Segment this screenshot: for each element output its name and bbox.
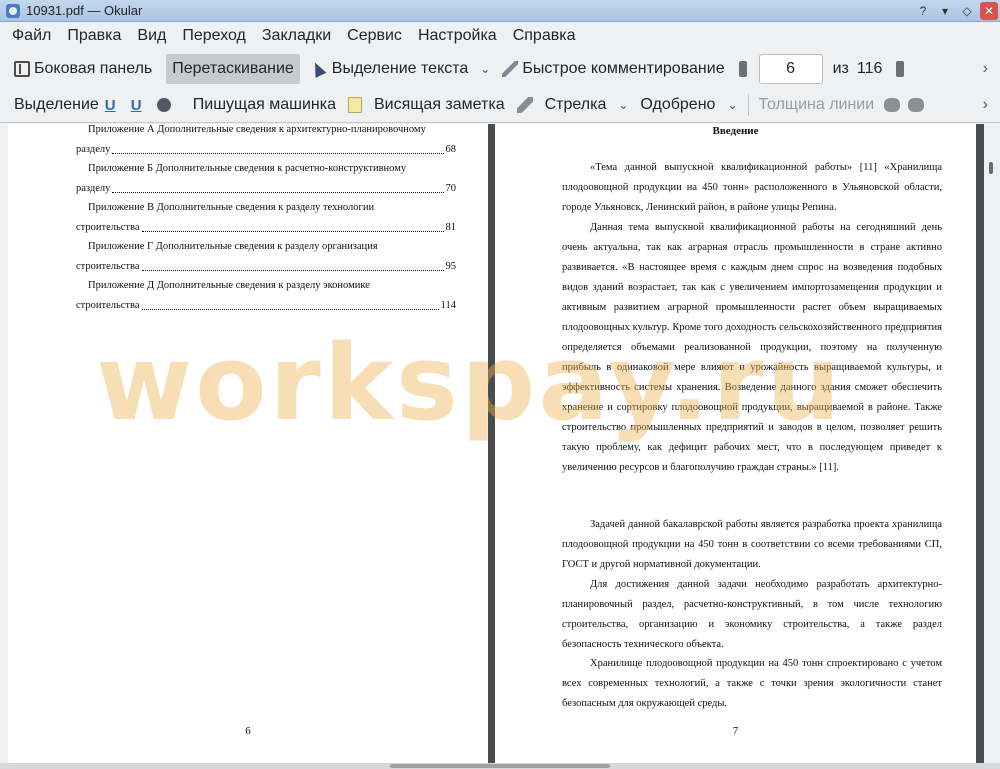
horizontal-scrollbar[interactable] <box>0 763 1000 769</box>
close-window-button[interactable]: ✕ <box>980 1 998 20</box>
squiggle-icon[interactable]: U <box>131 97 145 114</box>
typewriter-tool-label: Пишущая машинка <box>192 95 336 113</box>
toc-entry-page: 68 <box>445 144 457 155</box>
menu-bookmarks[interactable]: Закладки <box>254 27 339 45</box>
paragraph: Задачей данной бакалаврской работы являе… <box>562 519 942 570</box>
horizontal-scrollbar-thumb[interactable] <box>390 764 610 768</box>
window-title: 10931.pdf — Okular <box>26 3 143 18</box>
line-width-button[interactable]: Толщина линии <box>753 90 881 120</box>
paragraph: Для достижения данной задачи необходимо … <box>562 579 942 650</box>
main-toolbar: Боковая панель Перетаскивание Выделение … <box>0 51 1000 87</box>
toc-entry-page: 114 <box>440 300 456 311</box>
sticky-note-tool-label: Висящая заметка <box>373 95 505 113</box>
underline-icon[interactable]: U <box>105 97 119 114</box>
toc-entry-title: Приложение Б Дополнительные сведения к р… <box>88 163 407 174</box>
menu-go[interactable]: Переход <box>174 27 254 45</box>
menu-file[interactable]: Файл <box>4 27 59 45</box>
stamp-tool-label: Одобрено <box>640 95 716 113</box>
toc-entry-page: 95 <box>445 261 457 272</box>
toc-leader-dots <box>141 218 444 232</box>
toc-entry-continuation: строительства <box>76 300 140 311</box>
toc-entry[interactable]: Приложение Г Дополнительные сведения к р… <box>76 237 456 277</box>
okular-app-icon <box>6 3 20 18</box>
document-viewport[interactable]: Приложение А Дополнительные сведения к а… <box>8 124 984 763</box>
menu-view[interactable]: Вид <box>129 27 174 45</box>
toc-entry-title: Приложение Д Дополнительные сведения к р… <box>88 280 370 291</box>
toc-entry-title: Приложение Г Дополнительные сведения к р… <box>88 241 378 252</box>
document-page-6: Приложение А Дополнительные сведения к а… <box>8 124 488 763</box>
quick-annotation-button[interactable]: Быстрое комментирование <box>496 54 730 84</box>
page-number: 7 <box>732 725 739 737</box>
paragraph: «Тема данной выпускной квалификационной … <box>562 162 942 213</box>
menu-bar: Файл Правка Вид Переход Закладки Сервис … <box>0 22 1000 50</box>
menu-settings[interactable]: Настройка <box>410 27 505 45</box>
color-icon[interactable] <box>884 97 901 112</box>
toc-leader-dots <box>141 257 444 271</box>
arrow-chevron-down-icon[interactable]: ⌄ <box>618 98 628 112</box>
toc-entry-continuation: строительства <box>76 261 140 272</box>
browse-tool-button[interactable]: Перетаскивание <box>166 54 300 84</box>
toc-entry-title: Приложение В Дополнительные сведения к р… <box>88 202 375 213</box>
stamp-chevron-down-icon[interactable]: ⌄ <box>727 98 737 112</box>
toc-entry-continuation: строительства <box>76 222 140 233</box>
previous-page-icon[interactable] <box>738 61 747 77</box>
sidebar-icon <box>14 61 30 77</box>
minimize-window-button[interactable]: ▾ <box>936 2 954 20</box>
selection-mode-chevron-down-icon[interactable]: ⌄ <box>480 62 490 76</box>
cursor-icon <box>309 60 327 78</box>
arrow-tool-button[interactable]: Стрелка <box>511 90 613 120</box>
strikeout-icon[interactable] <box>156 97 171 112</box>
maximize-window-button[interactable]: ◇ <box>958 2 976 20</box>
page-number-input[interactable]: 6 <box>758 54 823 84</box>
toc-entry-continuation: разделу <box>76 183 111 194</box>
typewriter-tool-button[interactable]: Пишущая машинка <box>187 90 342 120</box>
page-total-label: 116 <box>856 60 883 77</box>
toc-entry-page: 81 <box>445 222 457 233</box>
browse-tool-label: Перетаскивание <box>172 60 294 77</box>
page-number: 6 <box>245 725 251 737</box>
toc-entry-page: 70 <box>445 183 457 194</box>
paragraph: Данная тема выпускной квалификационной р… <box>562 222 942 473</box>
toc-entry[interactable]: Приложение В Дополнительные сведения к р… <box>76 198 456 238</box>
text-select-tool-button[interactable]: Выделение текста <box>306 54 475 84</box>
opacity-icon[interactable] <box>908 97 925 112</box>
toc-leader-dots <box>112 179 444 193</box>
document-page-7: Введение «Тема данной выпускной квалифик… <box>495 124 976 763</box>
toolbar-overflow-chevron-right-icon[interactable]: › <box>983 60 988 78</box>
annotation-toolbar: Выделение U U Пишущая машинка Висящая за… <box>0 87 1000 123</box>
line-width-label: Толщина линии <box>758 95 875 113</box>
sticky-note-tool-button[interactable]: Висящая заметка <box>342 90 511 120</box>
vertical-scrollbar-thumb[interactable] <box>989 162 993 174</box>
annotation-overflow-chevron-right-icon[interactable]: › <box>983 96 988 114</box>
highlight-tool-label: Выделение <box>14 95 99 113</box>
menu-help[interactable]: Справка <box>505 27 584 45</box>
arrow-tool-label: Стрелка <box>544 95 607 113</box>
sidebar-toggle-button[interactable]: Боковая панель <box>8 54 158 84</box>
pen-icon <box>502 61 519 77</box>
toc-entry-continuation: разделу <box>76 144 111 155</box>
note-icon <box>347 96 362 113</box>
sidebar-toggle-label: Боковая панель <box>34 60 153 77</box>
quick-annotation-label: Быстрое комментирование <box>522 60 725 77</box>
menu-tools[interactable]: Сервис <box>339 27 410 45</box>
help-window-button[interactable]: ? <box>914 2 932 20</box>
vertical-scrollbar[interactable] <box>984 124 1000 763</box>
toc-entry[interactable]: Приложение А Дополнительные сведения к а… <box>76 124 456 160</box>
toc-leader-dots <box>141 296 439 310</box>
highlight-tool-button[interactable]: Выделение <box>8 90 105 120</box>
stamp-tool-button[interactable]: Одобрено <box>634 90 721 120</box>
title-bar: 10931.pdf — Okular ? ▾ ◇ ✕ <box>0 0 1000 22</box>
section-heading: Введение <box>712 125 759 137</box>
text-select-tool-label: Выделение текста <box>331 60 469 77</box>
toc-leader-dots <box>112 140 444 154</box>
toolbar-separator <box>747 93 749 116</box>
toc-entry-title: Приложение А Дополнительные сведения к а… <box>88 124 426 135</box>
toc-entry[interactable]: Приложение Б Дополнительные сведения к р… <box>76 159 456 199</box>
pen-icon <box>516 96 533 113</box>
next-page-icon[interactable] <box>896 61 905 77</box>
paragraph: Хранилище плодоовощной продукции на 450 … <box>562 658 942 709</box>
page-of-label: из <box>832 60 849 77</box>
menu-edit[interactable]: Правка <box>59 27 129 45</box>
toc-entry[interactable]: Приложение Д Дополнительные сведения к р… <box>76 276 456 316</box>
